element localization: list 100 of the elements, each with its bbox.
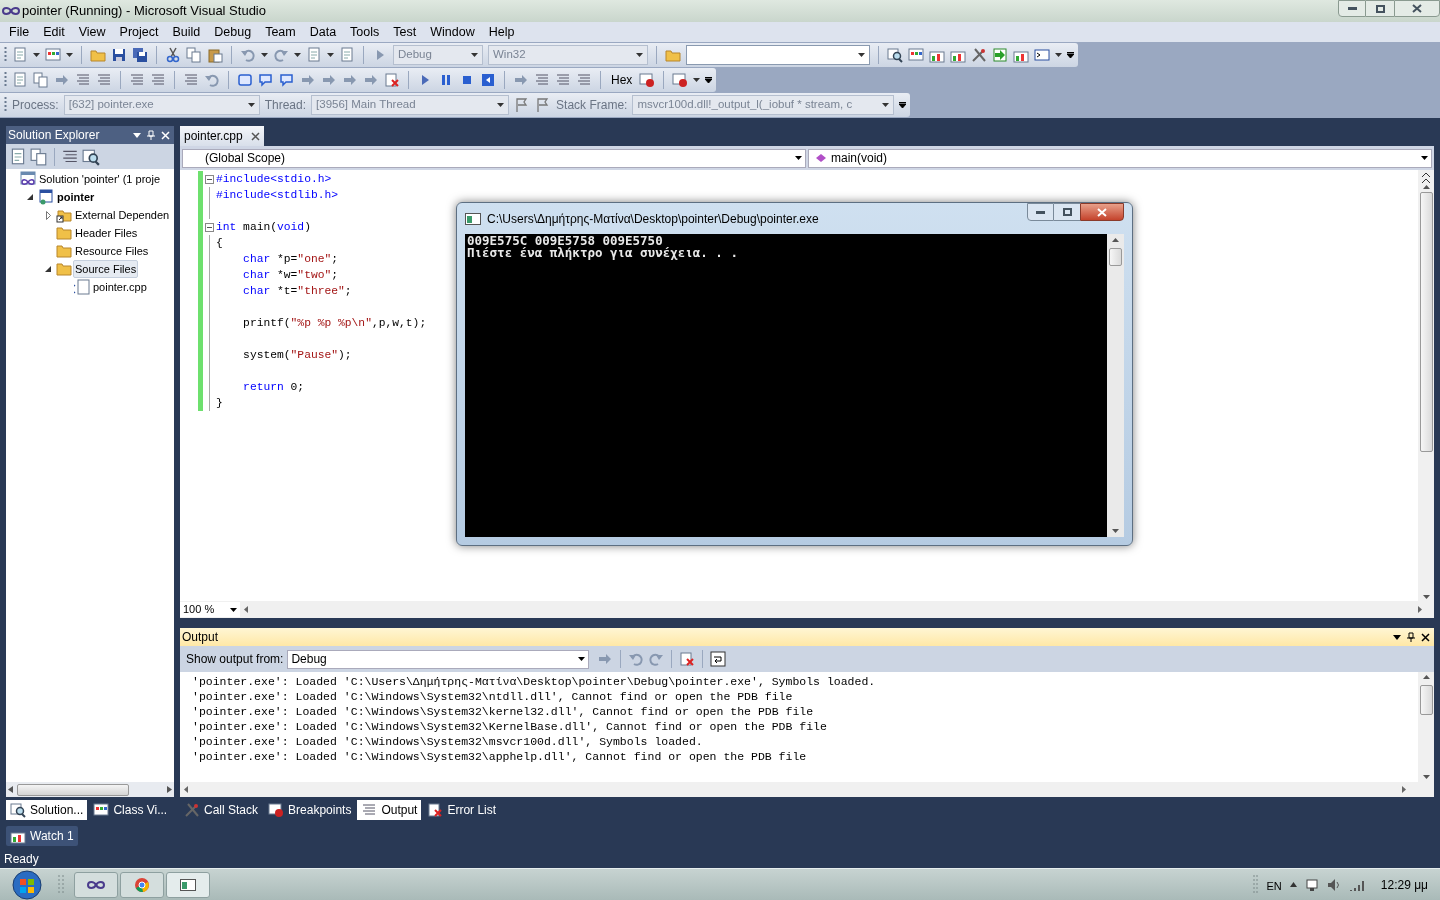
menu-item[interactable]: Help [481,22,522,42]
grid-icon[interactable] [45,47,61,63]
collapse-icon[interactable] [204,222,214,232]
minimize-button[interactable] [1338,0,1366,17]
menu-item[interactable]: File [2,22,37,42]
panel-tab[interactable]: Output [357,800,422,820]
save-icon[interactable] [111,47,127,63]
tree-item[interactable]: Solution 'pointer' (1 proje [37,169,162,189]
horizontal-scrollbar[interactable] [6,782,174,797]
scroll-up-icon[interactable] [1422,675,1430,679]
menu-item[interactable]: Build [165,22,208,42]
overflow-icon[interactable] [899,102,907,108]
hex-button[interactable]: Hex [609,71,635,89]
tree-item[interactable]: Source Files [73,259,139,279]
split-icon[interactable] [1421,172,1431,184]
menu-item[interactable]: Edit [36,22,72,42]
scroll-thumb[interactable] [1109,248,1122,266]
dropdown-icon[interactable] [133,132,141,138]
square-icon[interactable] [480,72,496,88]
scroll-thumb[interactable] [1419,192,1433,452]
scroll-down-icon[interactable] [1422,775,1430,779]
close-icon[interactable] [250,131,260,141]
tree-item[interactable]: External Dependen [73,205,172,225]
scroll-up-icon[interactable] [1112,238,1119,242]
panel-tab[interactable]: Call Stack [180,800,263,820]
caret-icon[interactable] [261,53,268,57]
collapse-icon[interactable] [204,174,214,184]
scroll-left-icon[interactable] [8,786,13,793]
scroll-right-icon[interactable] [167,786,172,793]
output-source-dropdown[interactable]: Debug [287,649,590,669]
collapsed-arrow-icon[interactable] [45,210,51,220]
menu-item[interactable]: Window [423,22,482,42]
menu-item[interactable]: Debug [207,22,259,42]
scope-dropdown[interactable]: (Global Scope) [182,148,806,168]
scroll-thumb[interactable] [1419,685,1433,715]
member-dropdown[interactable]: main(void) [808,148,1432,168]
rectangle-icon[interactable] [237,72,253,88]
tools-icon[interactable] [971,47,987,63]
zoom-dropdown[interactable]: 100 % [180,602,240,617]
vertical-scrollbar[interactable] [1418,170,1434,601]
menu-item[interactable]: Tools [343,22,387,42]
taskbar-button[interactable] [120,871,164,898]
copy-icon[interactable] [30,147,48,166]
minimize-button[interactable] [1027,203,1054,221]
taskbar-gripper[interactable] [58,873,64,896]
vertical-scrollbar[interactable] [1418,672,1434,782]
pin-icon[interactable] [1407,632,1415,642]
tree-item[interactable]: pointer.cpp [91,277,149,297]
show-hidden-icons-icon[interactable] [1289,882,1297,887]
scroll-right-icon[interactable] [1418,606,1422,613]
scroll-left-icon[interactable] [184,786,188,793]
panel-tab[interactable]: Class Vi... [89,800,172,820]
close-button[interactable] [1394,0,1440,17]
overflow-icon[interactable] [705,77,713,83]
document-icon[interactable] [9,147,27,166]
arrow-icon[interactable] [992,47,1008,63]
close-icon[interactable] [1421,632,1430,642]
dropdown-icon[interactable] [1393,634,1401,640]
horizontal-scrollbar[interactable] [180,782,1434,797]
terminal-icon[interactable] [1034,47,1050,63]
menu-item[interactable]: Test [386,22,424,42]
tree-item[interactable]: pointer [55,187,97,207]
maximize-button[interactable] [1366,0,1394,17]
search-icon[interactable] [887,47,903,63]
speech-bubble-icon[interactable] [279,72,295,88]
close-button[interactable] [1080,203,1124,221]
signal-icon[interactable] [1348,878,1365,891]
scroll-thumb[interactable] [17,783,129,796]
tree-item[interactable]: Header Files [73,223,140,243]
menu-item[interactable]: Project [112,22,166,42]
caret-icon[interactable] [66,53,73,57]
copy-icon[interactable] [186,47,202,63]
menu-item[interactable]: View [71,22,113,42]
speech-bubble-icon[interactable] [258,72,274,88]
speaker-icon[interactable] [1326,877,1341,892]
expanded-arrow-icon[interactable] [45,266,51,272]
tree-item[interactable]: Resource Files [73,241,151,261]
search-icon[interactable] [82,147,100,166]
scroll-up-icon[interactable] [1422,185,1430,189]
paste-icon[interactable] [207,47,223,63]
taskbar-gripper[interactable] [1252,873,1259,896]
taskbar-button[interactable] [74,871,118,898]
scroll-down-icon[interactable] [1422,595,1430,599]
breakpoint-icon[interactable] [639,72,656,88]
overflow-icon[interactable] [1067,52,1074,58]
copy-icon[interactable] [33,72,49,88]
cut-icon[interactable] [165,47,181,63]
caret-icon[interactable] [33,53,40,57]
caret-icon[interactable] [858,53,865,57]
toolbar-gripper[interactable] [4,72,7,88]
clock[interactable]: 12:29 μμ [1380,875,1428,894]
scroll-right-icon[interactable] [1402,786,1406,793]
editor-tab[interactable]: pointer.cpp [180,126,264,146]
panel-tab[interactable]: Error List [423,800,501,820]
menu-item[interactable]: Team [258,22,303,42]
panel-tab[interactable]: Solution... [6,800,88,820]
caret-icon[interactable] [294,53,301,57]
clear-icon[interactable] [384,72,400,88]
caret-icon[interactable] [1055,53,1062,57]
expanded-arrow-icon[interactable] [27,194,33,200]
